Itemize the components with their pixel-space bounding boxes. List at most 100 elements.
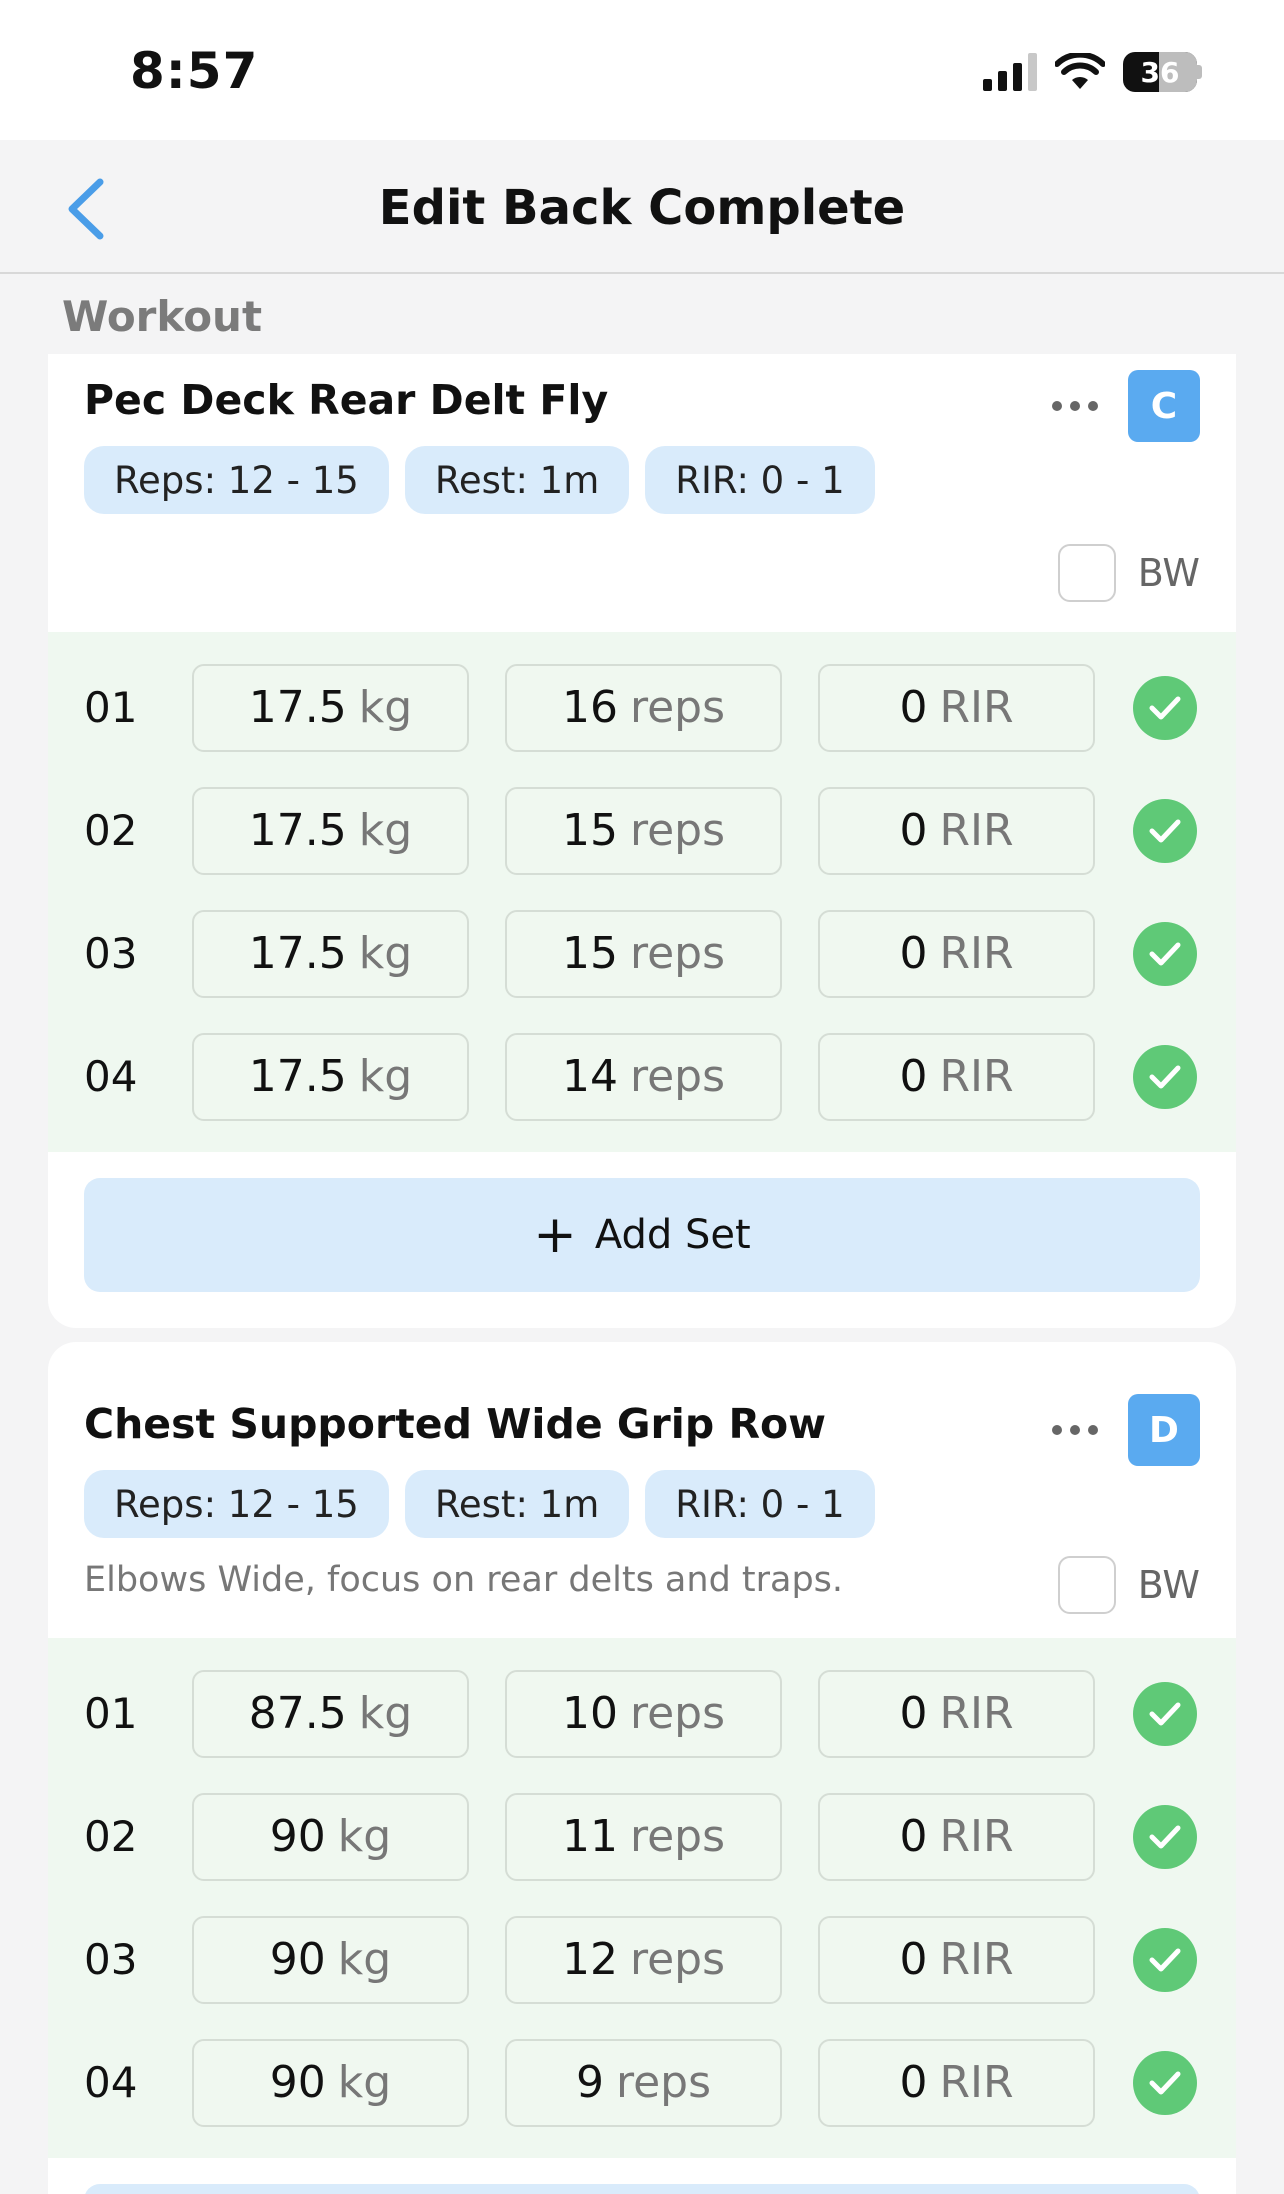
set-row: 03 90 kg 12 reps 0 RIR (48, 1898, 1236, 2021)
weight-value: 17.5 (248, 928, 347, 979)
reps-field[interactable]: 9 reps (505, 2038, 782, 2127)
rir-field[interactable]: 0 RIR (818, 1032, 1095, 1121)
exercise-meta-row: Elbows Wide, focus on rear delts and tra… (48, 1538, 1236, 1638)
more-options-icon[interactable] (1052, 1425, 1098, 1435)
weight-value: 90 (269, 2057, 326, 2108)
set-complete-check-icon[interactable] (1133, 1044, 1197, 1109)
add-set-button[interactable] (84, 2184, 1200, 2194)
chip-rir[interactable]: RIR: 0 - 1 (645, 446, 875, 514)
reps-field[interactable]: 16 reps (505, 663, 782, 752)
rir-unit: RIR (939, 1688, 1014, 1739)
weight-value: 90 (269, 1811, 326, 1862)
rir-unit: RIR (939, 1051, 1014, 1102)
chip-rest[interactable]: Rest: 1m (404, 1470, 630, 1538)
weight-value: 17.5 (248, 682, 347, 733)
weight-unit: kg (358, 928, 413, 979)
exercise-meta-row: BW (48, 514, 1236, 632)
reps-value: 15 (561, 805, 618, 856)
weight-field[interactable]: 17.5 kg (192, 786, 469, 875)
bodyweight-label: BW (1137, 551, 1200, 595)
reps-value: 14 (561, 1051, 618, 1102)
rir-field[interactable]: 0 RIR (818, 786, 1095, 875)
set-complete-check-icon[interactable] (1133, 798, 1197, 863)
weight-unit: kg (358, 805, 413, 856)
bodyweight-checkbox[interactable] (1057, 544, 1116, 602)
weight-field[interactable]: 87.5 kg (192, 1669, 469, 1758)
rir-value: 0 (899, 1811, 928, 1862)
set-row: 03 17.5 kg 15 reps 0 RIR (48, 892, 1236, 1015)
reps-field[interactable]: 15 reps (505, 786, 782, 875)
rir-value: 0 (899, 1051, 928, 1102)
weight-field[interactable]: 90 kg (192, 1792, 469, 1881)
rir-value: 0 (899, 928, 928, 979)
rir-field[interactable]: 0 RIR (818, 1669, 1095, 1758)
superset-badge[interactable]: D (1128, 1394, 1200, 1466)
rir-unit: RIR (939, 1811, 1014, 1862)
reps-unit: reps (615, 2057, 712, 2108)
exercise-note: Elbows Wide, focus on rear delts and tra… (84, 1560, 844, 1600)
reps-value: 12 (561, 1934, 618, 1985)
nav-bar: Edit Back Complete (0, 140, 1284, 274)
reps-field[interactable]: 11 reps (505, 1792, 782, 1881)
status-bar: 8:57 36 (0, 0, 1284, 140)
add-set-button[interactable]: + Add Set (84, 1178, 1200, 1292)
reps-field[interactable]: 12 reps (505, 1915, 782, 2004)
weight-unit: kg (358, 1688, 413, 1739)
plus-icon: + (533, 1205, 577, 1265)
rir-unit: RIR (939, 682, 1014, 733)
weight-field[interactable]: 17.5 kg (192, 1032, 469, 1121)
rir-field[interactable]: 0 RIR (818, 2038, 1095, 2127)
bodyweight-toggle[interactable]: BW (1057, 1556, 1200, 1614)
bodyweight-label: BW (1137, 1563, 1200, 1607)
reps-value: 11 (561, 1811, 618, 1862)
set-complete-check-icon[interactable] (1133, 1804, 1197, 1869)
weight-field[interactable]: 90 kg (192, 2038, 469, 2127)
exercise-card: Pec Deck Rear Delt Fly C Reps: 12 - 15 R… (48, 354, 1236, 1328)
weight-field[interactable]: 90 kg (192, 1915, 469, 2004)
weight-unit: kg (337, 2057, 392, 2108)
reps-value: 10 (561, 1688, 618, 1739)
more-options-icon[interactable] (1052, 401, 1098, 411)
weight-unit: kg (337, 1934, 392, 1985)
weight-unit: kg (358, 1051, 413, 1102)
set-row: 04 90 kg 9 reps 0 RIR (48, 2021, 1236, 2144)
reps-field[interactable]: 15 reps (505, 909, 782, 998)
set-complete-check-icon[interactable] (1133, 921, 1197, 986)
superset-badge[interactable]: C (1128, 370, 1200, 442)
weight-field[interactable]: 17.5 kg (192, 909, 469, 998)
rir-field[interactable]: 0 RIR (818, 1792, 1095, 1881)
exercise-name: Pec Deck Rear Delt Fly (84, 376, 609, 424)
exercise-card: Chest Supported Wide Grip Row D Reps: 12… (48, 1342, 1236, 2194)
exercise-header: Chest Supported Wide Grip Row D Reps: 12… (48, 1342, 1236, 1538)
rir-field[interactable]: 0 RIR (818, 909, 1095, 998)
set-complete-check-icon[interactable] (1133, 675, 1197, 740)
set-complete-check-icon[interactable] (1133, 1927, 1197, 1992)
reps-unit: reps (629, 1051, 726, 1102)
set-number: 01 (84, 1689, 138, 1738)
sets-list: 01 17.5 kg 16 reps 0 RIR 02 17.5 kg 15 reps 0… (48, 632, 1236, 1152)
reps-field[interactable]: 14 reps (505, 1032, 782, 1121)
wifi-icon (1055, 53, 1105, 89)
rir-field[interactable]: 0 RIR (818, 663, 1095, 752)
weight-value: 17.5 (248, 805, 347, 856)
chip-reps[interactable]: Reps: 12 - 15 (84, 446, 389, 514)
weight-field[interactable]: 17.5 kg (192, 663, 469, 752)
sets-list: 01 87.5 kg 10 reps 0 RIR 02 90 kg 11 reps 0 RI… (48, 1638, 1236, 2158)
chip-rir[interactable]: RIR: 0 - 1 (645, 1470, 875, 1538)
rir-unit: RIR (939, 805, 1014, 856)
bodyweight-checkbox[interactable] (1057, 1556, 1116, 1614)
set-complete-check-icon[interactable] (1133, 1681, 1197, 1746)
set-row: 02 17.5 kg 15 reps 0 RIR (48, 769, 1236, 892)
set-row: 01 17.5 kg 16 reps 0 RIR (48, 646, 1236, 769)
bodyweight-toggle[interactable]: BW (1057, 544, 1200, 602)
chip-reps[interactable]: Reps: 12 - 15 (84, 1470, 389, 1538)
reps-field[interactable]: 10 reps (505, 1669, 782, 1758)
reps-value: 9 (575, 2057, 604, 2108)
rir-field[interactable]: 0 RIR (818, 1915, 1095, 2004)
chip-rest[interactable]: Rest: 1m (404, 446, 630, 514)
rir-unit: RIR (939, 1934, 1014, 1985)
set-number: 04 (84, 2058, 138, 2107)
section-label-workout: Workout (62, 292, 263, 341)
set-complete-check-icon[interactable] (1133, 2050, 1197, 2115)
rir-unit: RIR (939, 928, 1014, 979)
